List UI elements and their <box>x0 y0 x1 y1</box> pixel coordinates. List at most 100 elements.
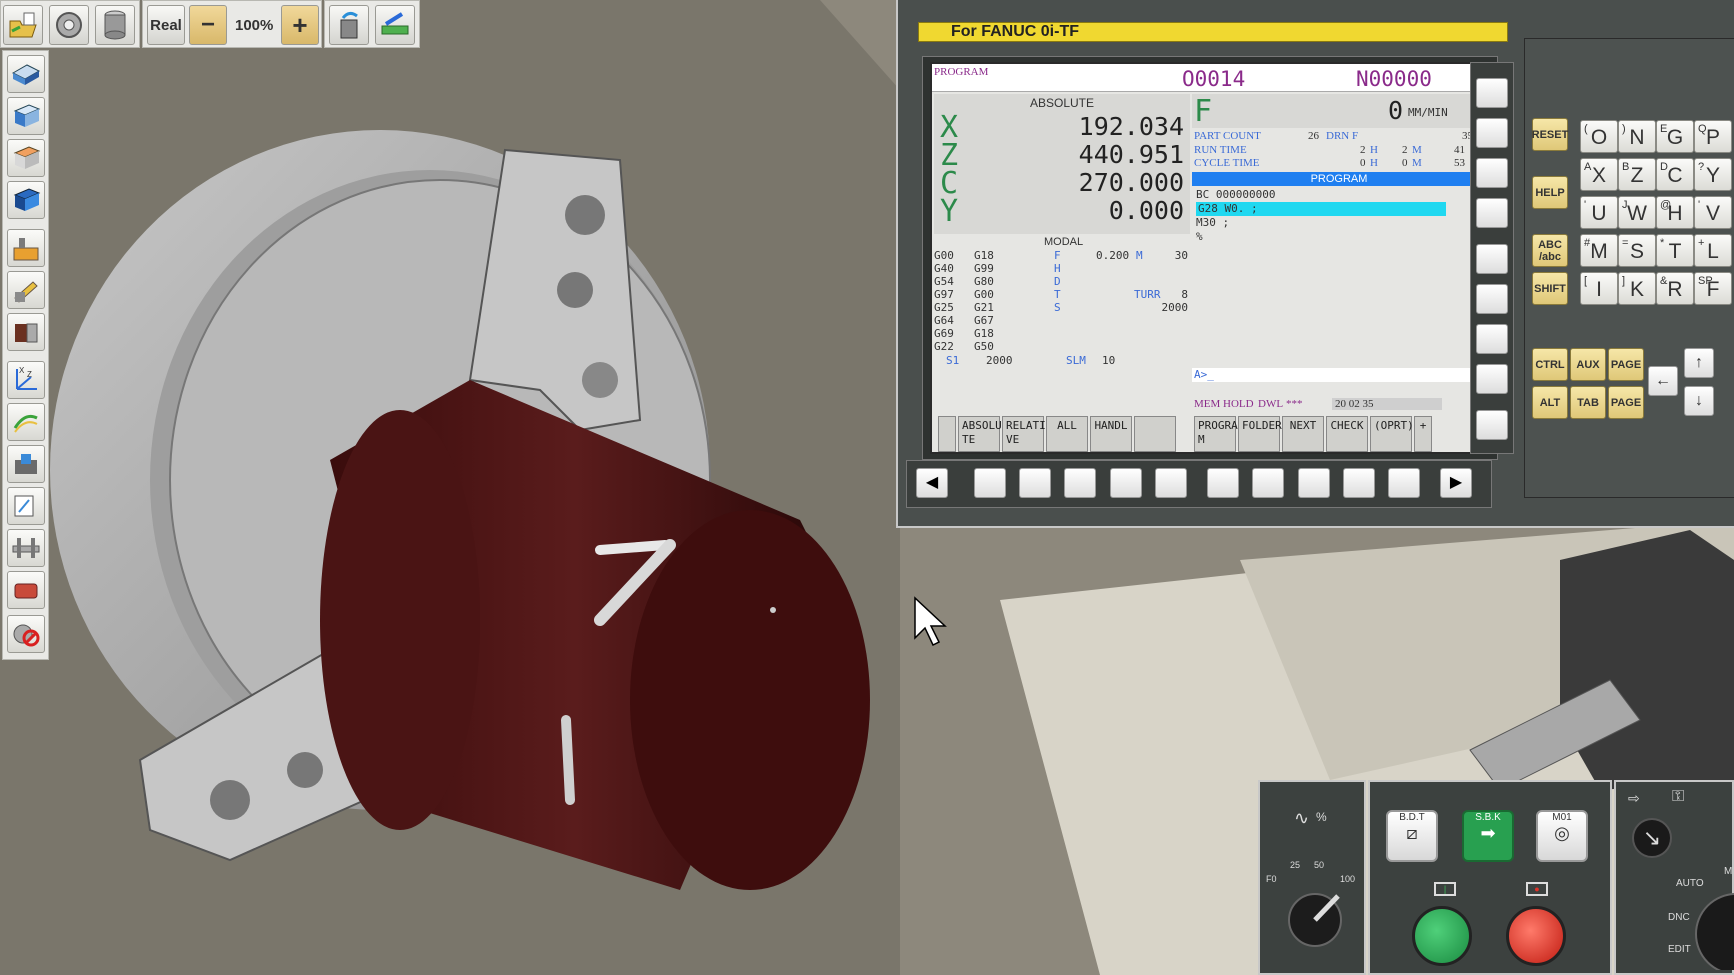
caliper-icon[interactable] <box>7 529 45 567</box>
arrow-up-key[interactable]: ↑ <box>1684 348 1714 378</box>
help-key[interactable]: HELP <box>1532 176 1568 209</box>
alt-key[interactable]: ALT <box>1532 386 1568 419</box>
softkey-all[interactable]: ALL <box>1046 416 1088 452</box>
optional-stop-button[interactable]: M01 ◎ <box>1536 810 1588 862</box>
softkey-blank[interactable] <box>1134 416 1176 452</box>
feed-override-dial[interactable] <box>1280 882 1350 952</box>
program-listing[interactable]: BC 000000000 G28 W0. ; M30 ; % <box>1192 186 1486 336</box>
softkey-relative[interactable]: RELATI VE <box>1002 416 1046 452</box>
key-t[interactable]: * T <box>1656 234 1694 267</box>
softkey-prev-icon[interactable]: ◀ <box>916 468 948 498</box>
key-l[interactable]: + L <box>1694 234 1732 267</box>
softkey-next-icon[interactable]: ▶ <box>1440 468 1472 498</box>
vertical-softkey[interactable] <box>1476 78 1508 108</box>
measure-icon[interactable] <box>7 487 45 525</box>
block-delete-button[interactable]: B.D.T ⧄ <box>1386 810 1438 862</box>
key-n[interactable]: ) N <box>1618 120 1656 153</box>
softkey-left[interactable] <box>938 416 956 452</box>
vertical-softkey[interactable] <box>1476 198 1508 228</box>
workpiece-settings-icon[interactable] <box>95 5 135 45</box>
key-z[interactable]: BZ <box>1618 158 1656 191</box>
key-g[interactable]: EG <box>1656 120 1694 153</box>
mode-select-dial[interactable] <box>1686 890 1734 970</box>
lock-button[interactable]: ↘ <box>1632 818 1672 858</box>
horizontal-softkey[interactable] <box>1298 468 1330 498</box>
horizontal-softkey[interactable] <box>1343 468 1375 498</box>
aux-key[interactable]: AUX <box>1570 348 1606 381</box>
input-line[interactable]: A>_ <box>1192 368 1486 382</box>
horizontal-softkey[interactable] <box>1064 468 1096 498</box>
door-toggle-icon[interactable] <box>329 5 369 45</box>
key-h[interactable]: @ H <box>1656 196 1694 229</box>
vertical-softkey[interactable] <box>1476 410 1508 440</box>
view-top-icon[interactable] <box>7 181 45 219</box>
horizontal-softkey[interactable] <box>1019 468 1051 498</box>
horizontal-softkey[interactable] <box>974 468 1006 498</box>
softkey-handle[interactable]: HANDL <box>1090 416 1132 452</box>
feed-hold-button[interactable] <box>1506 906 1566 966</box>
horizontal-softkey[interactable] <box>1155 468 1187 498</box>
program-line: BC 000000000 <box>1196 188 1276 201</box>
tool-view-icon[interactable] <box>7 271 45 309</box>
shift-key[interactable]: SHIFT <box>1532 272 1568 305</box>
reset-key[interactable]: RESET <box>1532 118 1568 151</box>
arrow-down-key[interactable]: ↓ <box>1684 386 1714 416</box>
vertical-softkey[interactable] <box>1476 244 1508 274</box>
key-i[interactable]: [I <box>1580 272 1618 305</box>
horizontal-softkey[interactable] <box>1110 468 1142 498</box>
arrow-left-key[interactable]: ← <box>1648 366 1678 396</box>
softkey-absolute[interactable]: ABSOLU TE <box>958 416 1002 452</box>
axis-view-icon[interactable]: ZX <box>7 361 45 399</box>
softkey-program[interactable]: PROGRA M <box>1194 416 1238 452</box>
key-p[interactable]: QP <box>1694 120 1732 153</box>
single-block-button[interactable]: S.B.K ➡ <box>1462 810 1514 862</box>
softkey-next[interactable]: NEXT <box>1282 416 1324 452</box>
key-o[interactable]: (O <box>1580 120 1618 153</box>
zoom-out-button[interactable]: − <box>189 5 227 45</box>
key-c[interactable]: DC <box>1656 158 1694 191</box>
view-front-icon[interactable] <box>7 97 45 135</box>
stock-icon[interactable] <box>7 571 45 609</box>
horizontal-softkey[interactable] <box>1207 468 1239 498</box>
key-x[interactable]: AX <box>1580 158 1618 191</box>
key-m[interactable]: # M <box>1580 234 1618 267</box>
vertical-softkey[interactable] <box>1476 158 1508 188</box>
page-down-key[interactable]: PAGE <box>1608 386 1644 419</box>
ctrl-key[interactable]: CTRL <box>1532 348 1568 381</box>
key-u[interactable]: ' U <box>1580 196 1618 229</box>
horizontal-softkey[interactable] <box>1252 468 1284 498</box>
real-size-button[interactable]: Real <box>147 5 185 45</box>
page-up-key[interactable]: PAGE <box>1608 348 1644 381</box>
softkey-more[interactable]: + <box>1414 416 1432 452</box>
softkey-folder[interactable]: FOLDER <box>1238 416 1282 452</box>
key-s[interactable]: = S <box>1618 234 1656 267</box>
vertical-softkey[interactable] <box>1476 364 1508 394</box>
softkey-operation[interactable]: (OPRT) <box>1370 416 1414 452</box>
machine-view-icon[interactable] <box>7 229 45 267</box>
cycle-start-button[interactable] <box>1412 906 1472 966</box>
reset-view-icon[interactable] <box>7 615 45 653</box>
toolpath-icon[interactable] <box>7 403 45 441</box>
stock-view-icon[interactable] <box>7 313 45 351</box>
open-file-icon[interactable] <box>3 5 43 45</box>
vertical-softkey[interactable] <box>1476 118 1508 148</box>
chuck-settings-icon[interactable] <box>49 5 89 45</box>
key-w[interactable]: JW <box>1618 196 1656 229</box>
zoom-in-button[interactable]: + <box>281 5 319 45</box>
measure-tool-icon[interactable] <box>375 5 415 45</box>
key-v[interactable]: ' V <box>1694 196 1732 229</box>
cut-section-icon[interactable] <box>7 445 45 483</box>
horizontal-softkey[interactable] <box>1388 468 1420 498</box>
key-f[interactable]: SP F <box>1694 272 1732 305</box>
abc-key[interactable]: ABC /abc <box>1532 234 1568 267</box>
softkey-check[interactable]: CHECK <box>1326 416 1368 452</box>
key-r[interactable]: & R <box>1656 272 1694 305</box>
tab-key[interactable]: TAB <box>1570 386 1606 419</box>
vertical-softkey[interactable] <box>1476 284 1508 314</box>
view-iso-icon[interactable] <box>7 55 45 93</box>
key-y[interactable]: ? Y <box>1694 158 1732 191</box>
cnc-screen: PROGRAM O0014 N00000 ABSOLUTE X 192.034 Z… <box>930 62 1488 454</box>
key-k[interactable]: ] K <box>1618 272 1656 305</box>
view-side-icon[interactable] <box>7 139 45 177</box>
vertical-softkey[interactable] <box>1476 324 1508 354</box>
